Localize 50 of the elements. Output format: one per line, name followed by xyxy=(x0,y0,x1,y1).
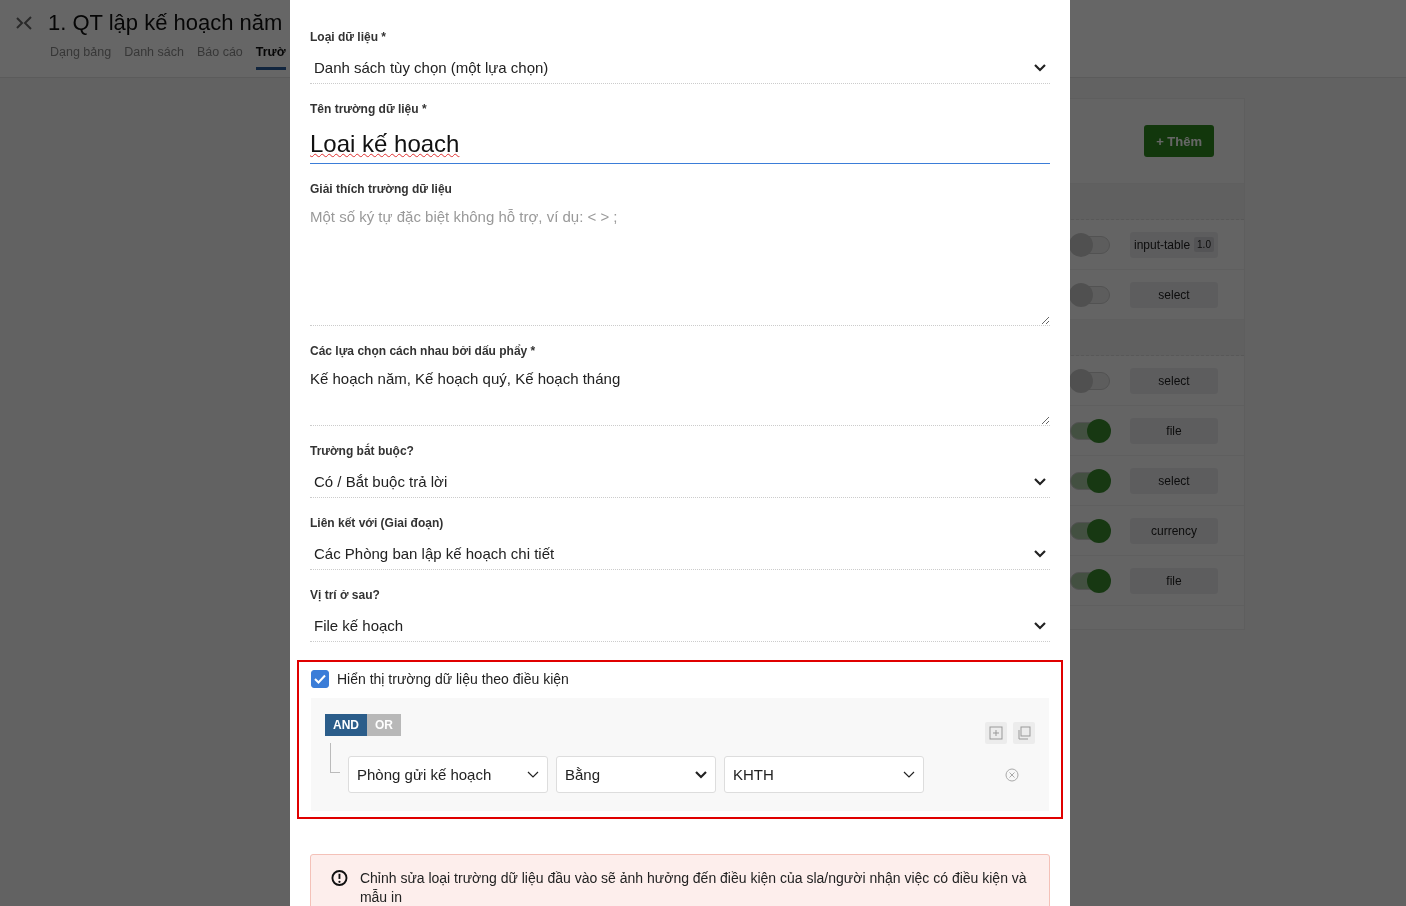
dropdown[interactable]: Có / Bắt buộc trả lời xyxy=(310,466,1050,498)
toggle-switch[interactable] xyxy=(1070,235,1110,254)
caret-icon xyxy=(903,770,915,779)
chevrons-icon[interactable] xyxy=(16,15,32,31)
caret-icon xyxy=(1034,477,1046,486)
dropdown[interactable]: Các Phòng ban lập kế hoạch chi tiết xyxy=(310,538,1050,570)
field-label: Các lựa chọn cách nhau bởi dấu phẩy * xyxy=(310,344,537,358)
connector-line xyxy=(330,742,340,773)
checkbox-label: Hiển thị trường dữ liệu theo điều kiện xyxy=(337,671,569,687)
field-label: Liên kết với (Giai đoạn) xyxy=(310,516,445,530)
view-tab[interactable]: Trườ xyxy=(255,45,286,70)
caret-icon xyxy=(1034,549,1046,558)
toggle-switch[interactable] xyxy=(1070,571,1110,590)
exclamation-circle-icon xyxy=(331,869,348,887)
add-rule-button[interactable] xyxy=(985,722,1007,744)
page-title: 1. QT lập kế hoạch năm xyxy=(48,10,283,36)
caret-icon xyxy=(1034,621,1046,630)
field-label: Vị trí ở sau? xyxy=(310,588,381,602)
field-label: Trường bắt buộc? xyxy=(310,444,415,458)
version-badge: 1.0 xyxy=(1194,237,1214,252)
toggle-switch[interactable] xyxy=(1070,471,1110,490)
field-dropdown[interactable]: Phòng gửi kế hoạch xyxy=(348,756,548,793)
field-label: Tên trường dữ liệu * xyxy=(310,102,428,116)
copy-icon xyxy=(1017,726,1031,740)
caret-icon xyxy=(1034,63,1046,72)
caret-icon xyxy=(695,770,707,779)
field-label: Loại dữ liệu * xyxy=(310,30,388,44)
warning-text: Chỉnh sửa loại trường dữ liệu đầu vào sẽ ảnh hưởng đến điều kiện của sla/người nhận việc có điều kiện và mẫu in xyxy=(359,869,1028,906)
toggle-switch[interactable] xyxy=(1070,521,1110,540)
plus-square-icon xyxy=(989,726,1003,740)
clear-icon[interactable] xyxy=(1005,767,1019,782)
duplicate-button[interactable] xyxy=(1013,722,1035,744)
field-type-tag: input-table 1.0 xyxy=(1130,231,1218,258)
field-type-tag: select xyxy=(1130,281,1218,308)
field-label: Giải thích trường dữ liệu xyxy=(310,182,453,196)
toggle-switch[interactable] xyxy=(1070,285,1110,304)
toggle-switch[interactable] xyxy=(1070,421,1110,440)
dropdown[interactable]: File kế hoạch xyxy=(310,610,1050,642)
dropdown[interactable]: Danh sách tùy chọn (một lựa chọn) xyxy=(310,52,1050,84)
toggle-switch[interactable] xyxy=(1070,371,1110,390)
operator-dropdown[interactable]: Bằng xyxy=(556,756,716,793)
checkbox[interactable] xyxy=(311,670,329,688)
operator-toggle[interactable]: AND xyxy=(325,714,367,736)
field-type-tag: select xyxy=(1130,367,1218,394)
field-type-tag: currency xyxy=(1130,517,1218,544)
caret-icon xyxy=(527,770,539,779)
value-dropdown[interactable]: KHTH xyxy=(724,756,924,793)
field-type-tag: file xyxy=(1130,567,1218,594)
field-type-tag: file xyxy=(1130,417,1218,444)
field-type-tag: select xyxy=(1130,467,1218,494)
